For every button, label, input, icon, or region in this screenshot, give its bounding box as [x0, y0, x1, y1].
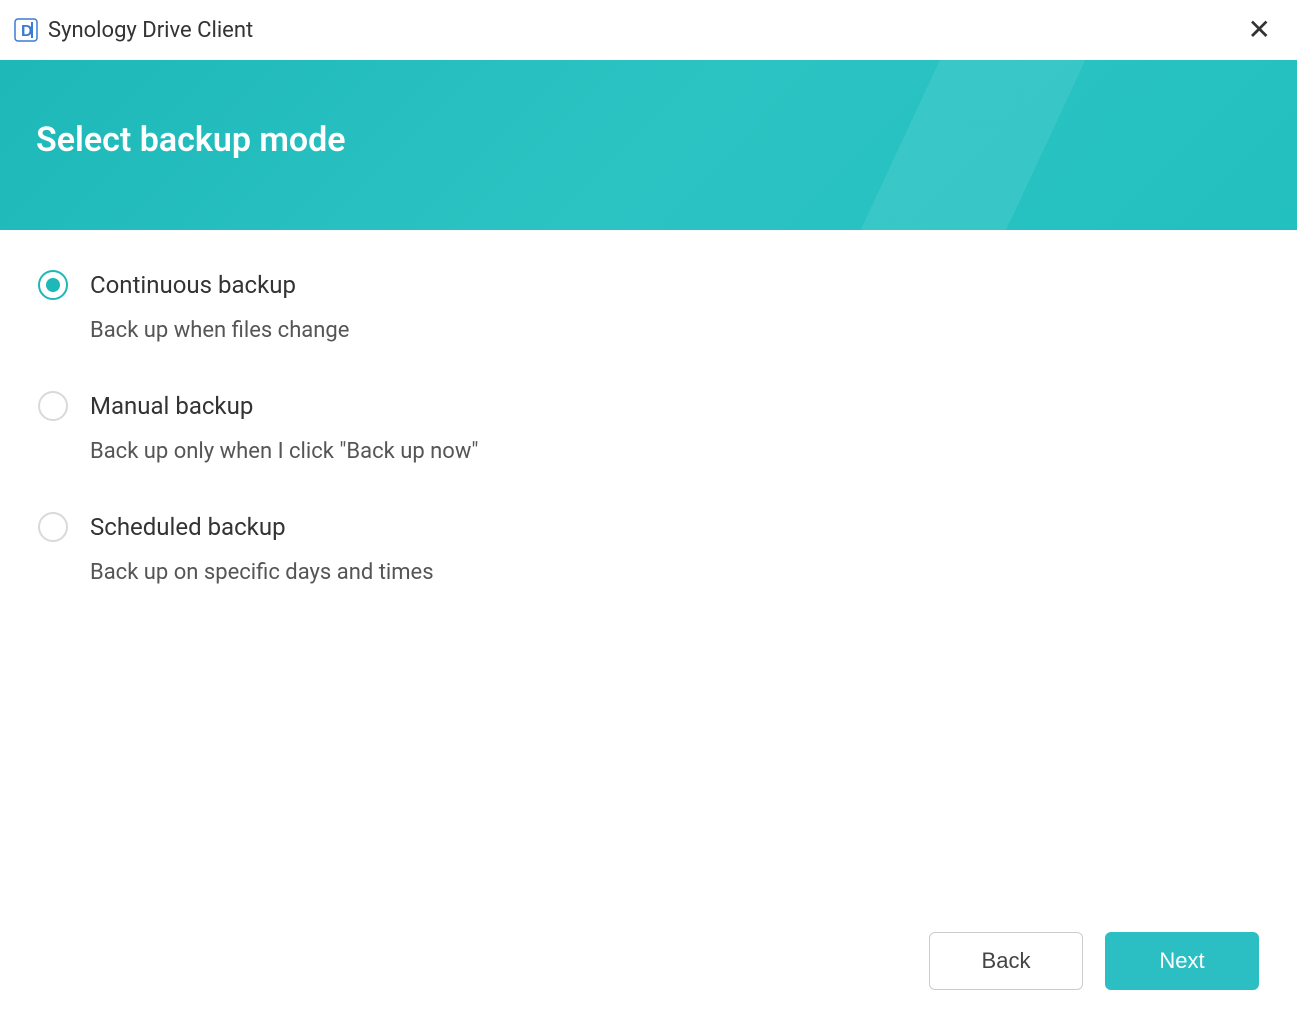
radio-continuous[interactable]: Continuous backup	[38, 270, 1259, 300]
radio-option-manual: Manual backup Back up only when I click …	[38, 391, 1259, 464]
radio-option-continuous: Continuous backup Back up when files cha…	[38, 270, 1259, 343]
app-title: Synology Drive Client	[48, 18, 253, 43]
radio-button-icon	[38, 512, 68, 542]
radio-scheduled[interactable]: Scheduled backup	[38, 512, 1259, 542]
next-button[interactable]: Next	[1105, 932, 1259, 990]
radio-description: Back up only when I click "Back up now"	[90, 439, 1259, 464]
titlebar-left: D Synology Drive Client	[14, 18, 253, 43]
radio-label: Manual backup	[90, 392, 253, 420]
radio-manual[interactable]: Manual backup	[38, 391, 1259, 421]
radio-description: Back up on specific days and times	[90, 560, 1259, 585]
close-icon[interactable]: ✕	[1240, 12, 1279, 48]
radio-option-scheduled: Scheduled backup Back up on specific day…	[38, 512, 1259, 585]
header-banner: Select backup mode	[0, 60, 1297, 230]
app-icon: D	[14, 18, 38, 42]
radio-button-icon	[38, 270, 68, 300]
radio-label: Scheduled backup	[90, 513, 286, 541]
svg-text:D: D	[21, 23, 33, 40]
content: Continuous backup Back up when files cha…	[0, 230, 1297, 653]
footer: Back Next	[929, 932, 1259, 990]
page-title: Select backup mode	[36, 120, 1261, 160]
titlebar: D Synology Drive Client ✕	[0, 0, 1297, 60]
radio-description: Back up when files change	[90, 318, 1259, 343]
radio-button-icon	[38, 391, 68, 421]
radio-label: Continuous backup	[90, 271, 296, 299]
back-button[interactable]: Back	[929, 932, 1083, 990]
